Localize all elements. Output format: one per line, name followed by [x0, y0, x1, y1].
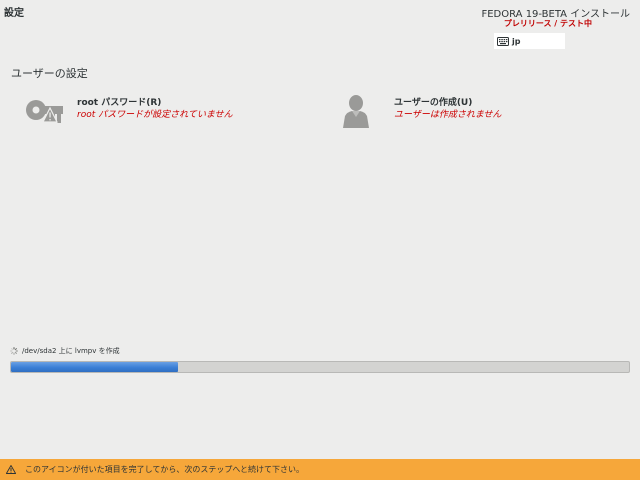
root-password-status: root パスワードが設定されていません [77, 110, 233, 120]
user-creation-spoke[interactable]: ユーザーの作成(U) ユーザーは作成されません [342, 94, 502, 130]
install-progress-fill [11, 362, 178, 372]
key-icon [25, 94, 65, 130]
root-password-label: root パスワード(R) [77, 98, 162, 108]
keyboard-layout-indicator[interactable]: jp [494, 33, 565, 49]
install-progress-bar [10, 361, 630, 373]
spinner-icon [10, 347, 18, 355]
prerelease-label: プレリリース / テスト中 [503, 19, 592, 28]
keyboard-layout-text: jp [512, 36, 521, 46]
progress-status-text: /dev/sda2 上に lvmpv を作成 [22, 347, 120, 355]
user-icon [342, 94, 382, 130]
progress-status: /dev/sda2 上に lvmpv を作成 [10, 346, 120, 356]
root-password-spoke[interactable]: root パスワード(R) root パスワードが設定されていません [25, 94, 233, 130]
user-creation-status: ユーザーは作成されません [394, 110, 502, 120]
top-bar: 設定 FEDORA 19-BETA インストール プレリリース / テスト中 j… [0, 0, 640, 60]
warning-bar: このアイコンが付いた項目を完了してから、次のステップへと続けて下さい。 [0, 459, 640, 480]
section-title: ユーザーの設定 [11, 67, 88, 80]
user-creation-label: ユーザーの作成(U) [394, 98, 473, 108]
warning-text: このアイコンが付いた項目を完了してから、次のステップへと続けて下さい。 [25, 465, 304, 474]
screen-title: 設定 [4, 8, 24, 19]
keyboard-icon [497, 36, 509, 46]
warning-icon [6, 465, 16, 474]
